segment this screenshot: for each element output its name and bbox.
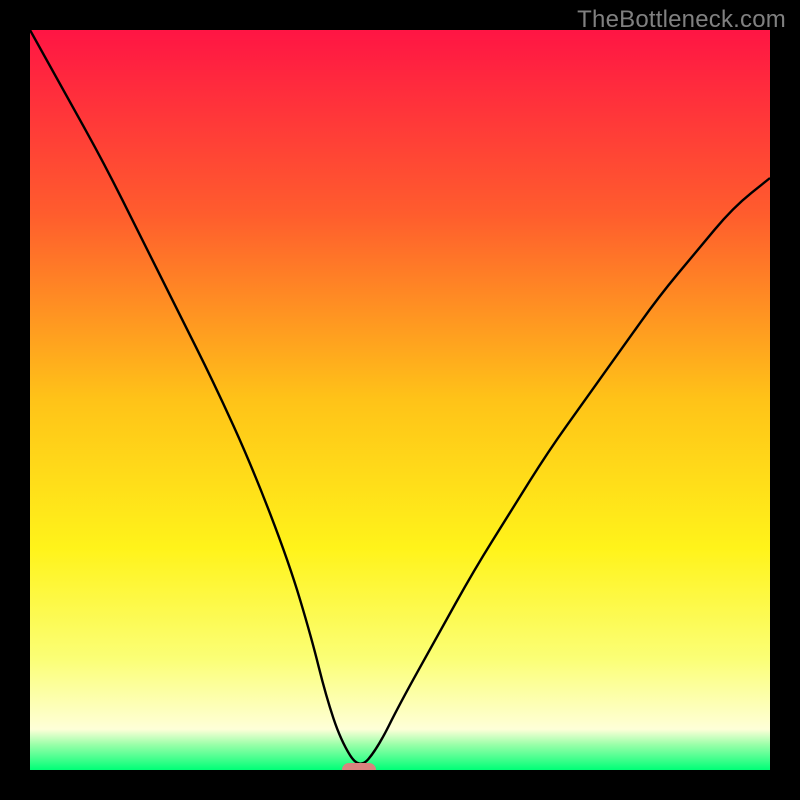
minimum-marker — [342, 763, 376, 770]
gradient-background — [30, 30, 770, 770]
plot-area — [30, 30, 770, 770]
chart-svg — [30, 30, 770, 770]
chart-outer: TheBottleneck.com — [0, 0, 800, 800]
watermark-text: TheBottleneck.com — [577, 6, 786, 34]
